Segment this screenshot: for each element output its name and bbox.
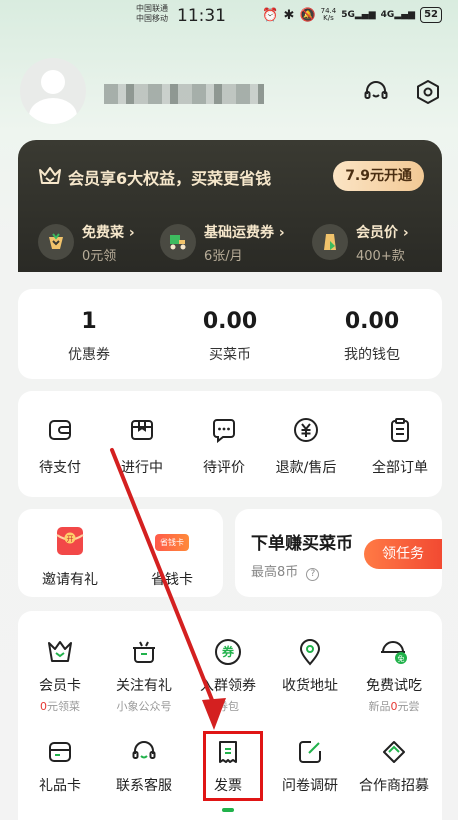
page-indicator-dot (222, 808, 234, 812)
annotation-arrow (110, 448, 226, 730)
annotation-highlight-box (203, 731, 263, 801)
